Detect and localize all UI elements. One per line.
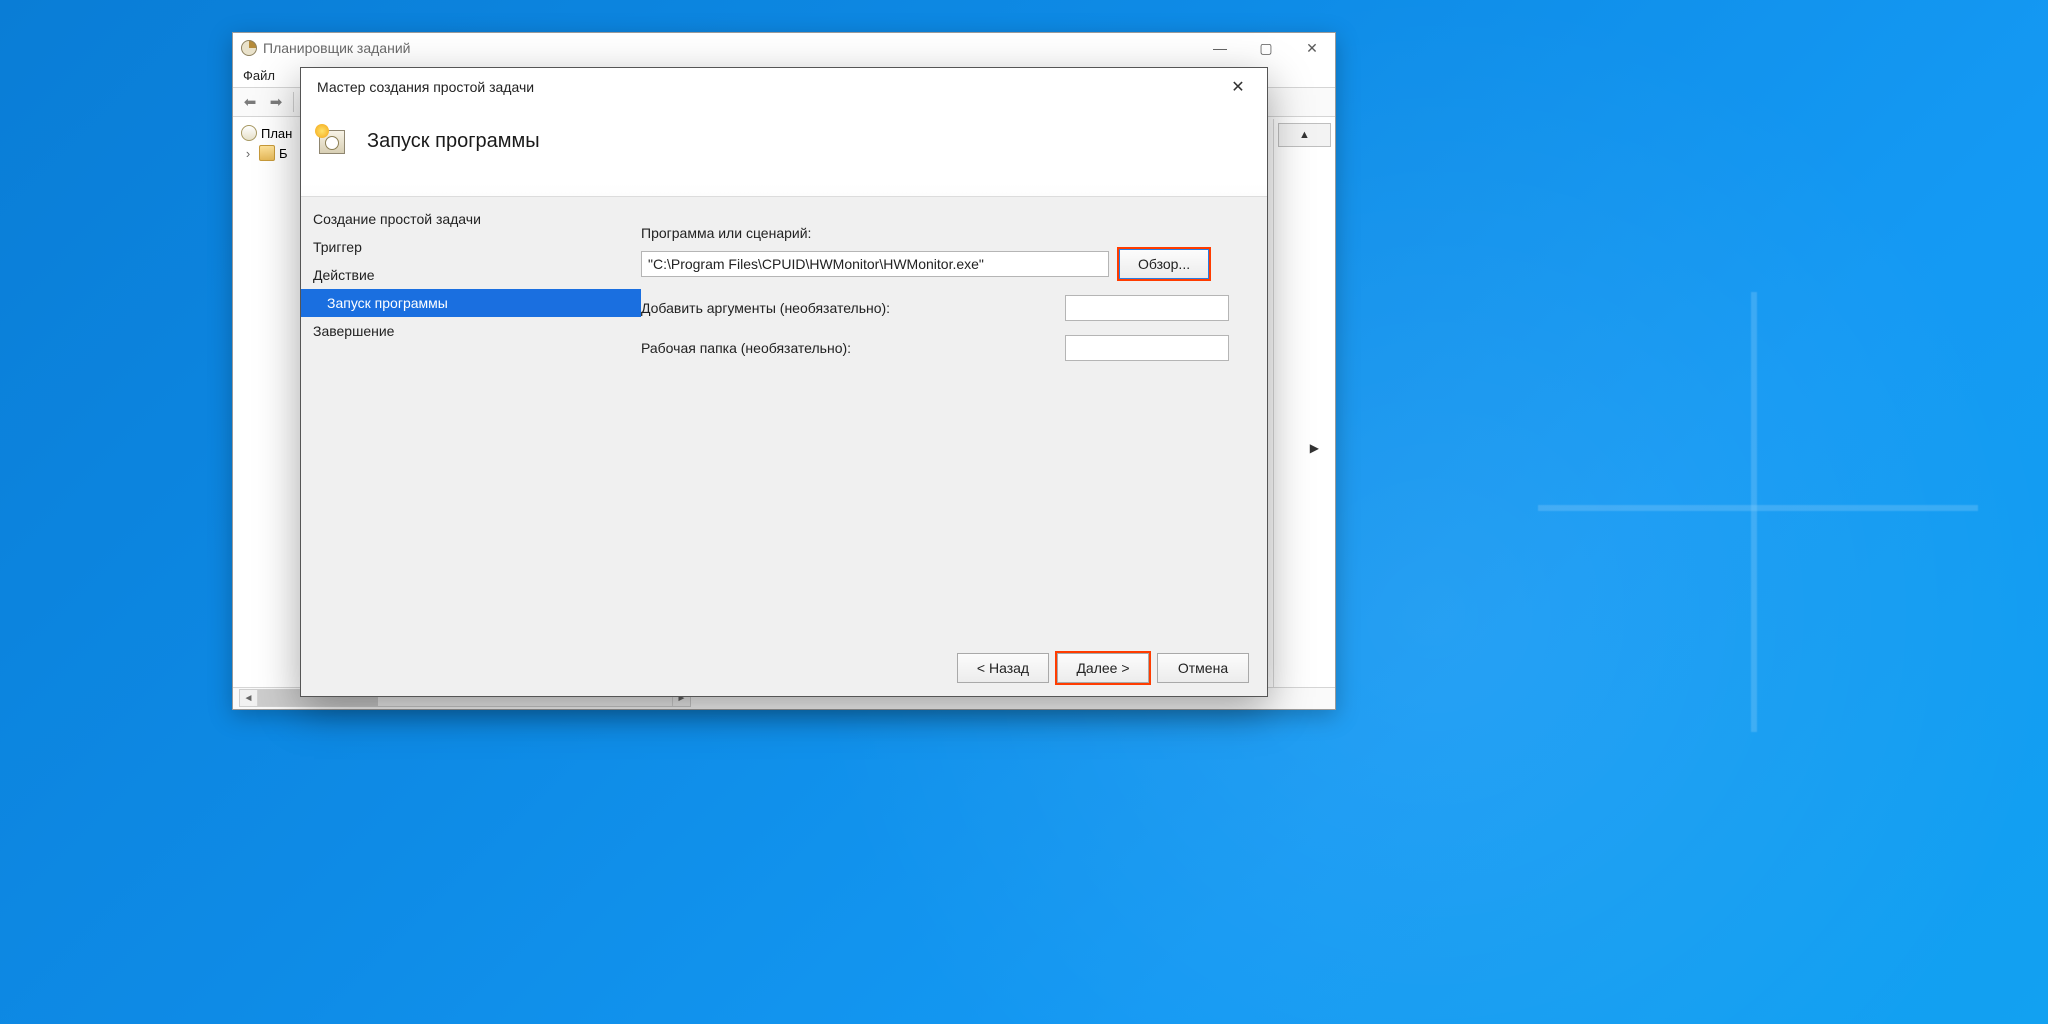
tree-root-label: План [261, 126, 292, 141]
back-icon[interactable]: ⬅ [239, 91, 261, 113]
back-button[interactable]: < Назад [957, 653, 1049, 683]
collapse-pane-button[interactable]: ▲ [1278, 123, 1331, 147]
minimize-button[interactable]: — [1197, 33, 1243, 63]
workdir-input[interactable] [1065, 335, 1229, 361]
cancel-button[interactable]: Отмена [1157, 653, 1249, 683]
workdir-label: Рабочая папка (необязательно): [641, 340, 851, 356]
wizard-title: Мастер создания простой задачи [317, 79, 534, 95]
close-button[interactable]: ✕ [1289, 33, 1335, 63]
browse-button[interactable]: Обзор... [1119, 249, 1209, 279]
parent-title: Планировщик заданий [263, 40, 410, 56]
expand-icon[interactable]: › [241, 146, 255, 161]
forward-icon[interactable]: ➡ [265, 91, 287, 113]
step-finish[interactable]: Завершение [301, 317, 641, 345]
window-controls: — ▢ ✕ [1197, 33, 1335, 63]
step-create-task[interactable]: Создание простой задачи [301, 205, 641, 233]
next-button[interactable]: Далее > [1057, 653, 1149, 683]
arguments-label: Добавить аргументы (необязательно): [641, 300, 890, 316]
clock-icon [241, 125, 257, 141]
wizard-steps: Создание простой задачи Триггер Действие… [301, 197, 641, 640]
toolbar-separator [293, 92, 294, 112]
step-start-program[interactable]: Запуск программы [301, 289, 641, 317]
step-trigger[interactable]: Триггер [301, 233, 641, 261]
maximize-button[interactable]: ▢ [1243, 33, 1289, 63]
program-label: Программа или сценарий: [641, 225, 1247, 241]
wizard-header: Запуск программы [301, 106, 1267, 206]
program-input[interactable] [641, 251, 1109, 277]
menu-file[interactable]: Файл [243, 68, 275, 83]
parent-titlebar[interactable]: Планировщик заданий [233, 33, 1335, 63]
step-action[interactable]: Действие [301, 261, 641, 289]
actions-pane: ▲ ▶ [1273, 119, 1335, 687]
wizard-footer: < Назад Далее > Отмена [301, 640, 1267, 696]
create-task-wizard: Мастер создания простой задачи ✕ Запуск … [300, 67, 1268, 697]
folder-icon [259, 145, 275, 161]
wizard-icon [313, 122, 349, 158]
arguments-input[interactable] [1065, 295, 1229, 321]
wizard-form: Программа или сценарий: Обзор... Добавит… [641, 197, 1267, 640]
caret-right-icon[interactable]: ▶ [1310, 441, 1319, 455]
wizard-titlebar[interactable]: Мастер создания простой задачи ✕ [301, 68, 1267, 106]
wizard-heading: Запуск программы [367, 130, 540, 153]
task-scheduler-icon [241, 40, 257, 56]
wizard-close-button[interactable]: ✕ [1221, 73, 1255, 101]
scroll-left-icon[interactable]: ◄ [240, 690, 258, 706]
tree-child-label: Б [279, 146, 288, 161]
